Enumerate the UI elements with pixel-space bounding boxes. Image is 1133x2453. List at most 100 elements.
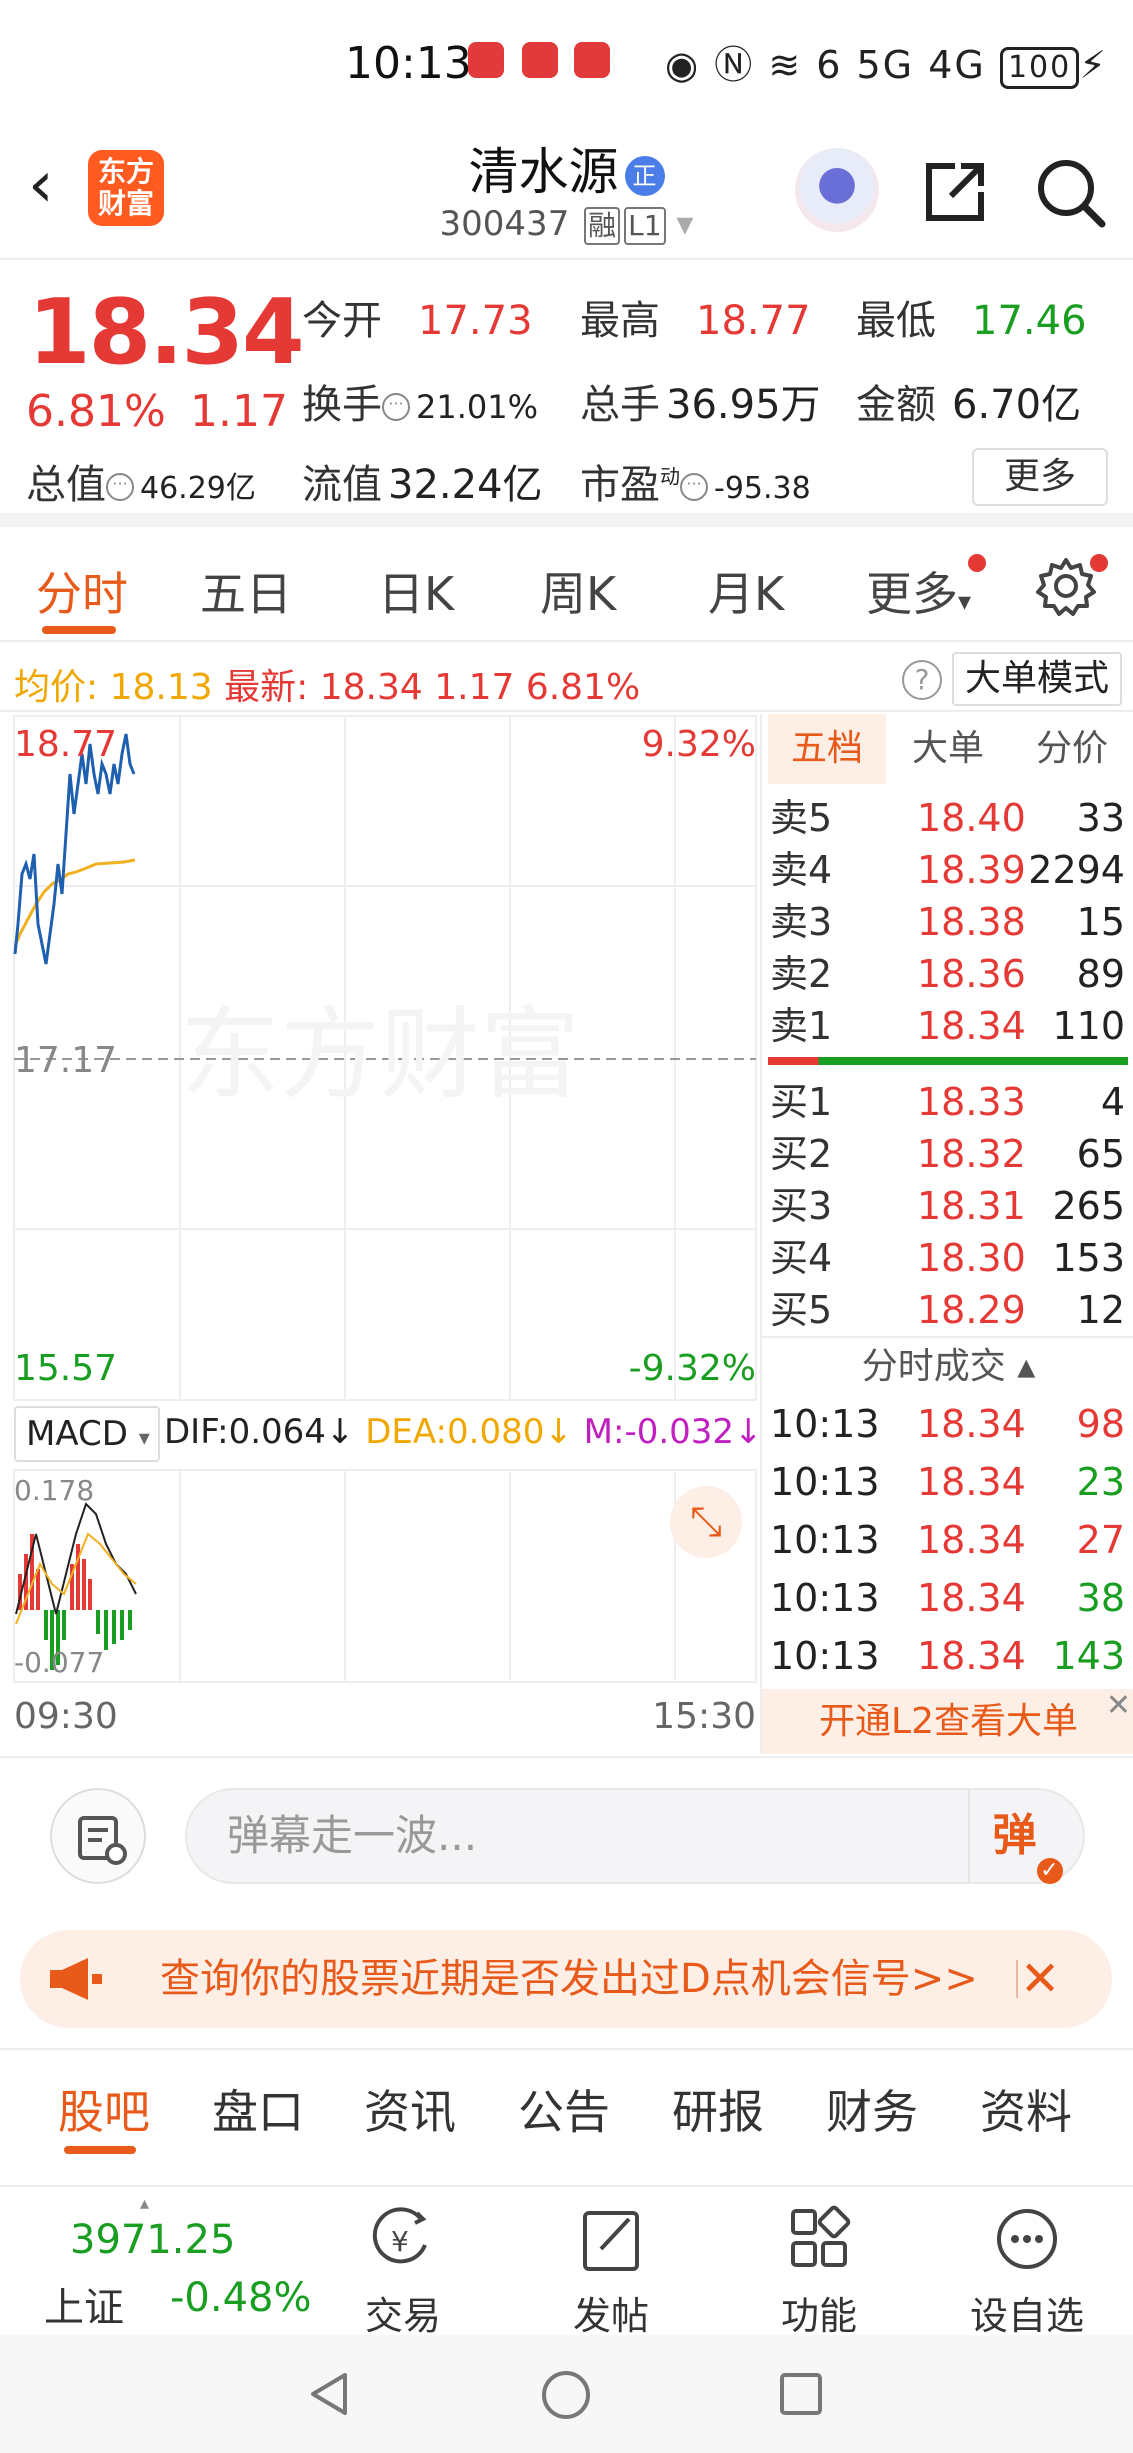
back-triangle-icon[interactable] <box>305 2369 355 2419</box>
tab-underline <box>64 2146 136 2154</box>
assistant-robot-icon[interactable] <box>795 148 879 232</box>
ask-row[interactable]: 卖2 18.36 89 <box>762 948 1133 1000</box>
index-pct: -0.48% <box>170 2275 312 2321</box>
caret-up-icon: ▴ <box>140 2193 150 2214</box>
tab-profile[interactable]: 资料 <box>980 2076 1072 2142</box>
tick-time: 10:13 <box>770 1402 880 1446</box>
tick-row[interactable]: 10:13 18.34 27 <box>762 1514 1133 1566</box>
pe-field[interactable]: 市盈动 ··· -95.38 <box>580 452 811 510</box>
tick-qty: 98 <box>1076 1402 1125 1446</box>
bid-row[interactable]: 买4 18.30 153 <box>762 1232 1133 1284</box>
tab-five-day[interactable]: 五日 <box>200 558 292 624</box>
price-summary-row: 均价: 18.13 最新: 18.34 1.17 6.81% ? 大单模式 <box>0 644 1133 712</box>
tab-news[interactable]: 资讯 <box>364 2076 456 2142</box>
nav-post[interactable]: 发帖 <box>536 2205 686 2340</box>
ask-price: 18.34 <box>917 1004 1026 1048</box>
ask-price: 18.39 <box>917 848 1026 892</box>
banner-text: 查询你的股票近期是否发出过D点机会信号>> <box>160 1956 978 2002</box>
chart-bottom-pct: -9.32% <box>628 1348 756 1389</box>
amount-field: 金额 6.70亿 <box>856 382 1082 428</box>
tab-big-order[interactable]: 大单 <box>886 714 1010 784</box>
intraday-chart[interactable]: 东方财富 18.77 9.32% 17.17 15.57 -9.32% MACD… <box>0 714 763 1754</box>
tick-row[interactable]: 10:13 18.34 143 <box>762 1630 1133 1682</box>
tab-guba[interactable]: 股吧 <box>58 2076 150 2142</box>
close-icon[interactable]: ✕ <box>1106 1691 1131 1721</box>
more-quote-button[interactable]: 更多 <box>972 448 1108 506</box>
quote-panel: 18.34 6.81% 1.17 今开 17.73 最高 18.77 最低 17.46… <box>0 262 1133 527</box>
tick-row[interactable]: 10:13 18.34 98 <box>762 1398 1133 1450</box>
ask-qty: 15 <box>1076 900 1125 944</box>
nav-functions[interactable]: 功能 <box>744 2205 894 2340</box>
expand-icon[interactable]: ⤡ <box>670 1486 742 1558</box>
share-icon[interactable] <box>915 152 995 232</box>
price-line <box>13 733 136 965</box>
settings-gear-icon[interactable] <box>1036 556 1096 616</box>
megaphone-icon <box>50 1958 102 2000</box>
tab-research[interactable]: 研报 <box>672 2076 764 2142</box>
bid-price: 18.31 <box>917 1184 1026 1228</box>
l2-promo-button[interactable]: 开通L2查看大单 ✕ <box>762 1689 1133 1754</box>
help-icon[interactable]: ? <box>902 660 942 700</box>
tab-financials[interactable]: 财务 <box>826 2076 918 2142</box>
tick-qty: 23 <box>1076 1460 1125 1504</box>
open-field: 今开 17.73 <box>302 298 533 344</box>
stock-code: 300437 <box>439 204 570 244</box>
close-icon[interactable]: ✕ <box>1020 1930 1060 2028</box>
ask-qty: 33 <box>1076 796 1125 840</box>
index-name: 上证 <box>44 2285 124 2331</box>
nav-watchlist[interactable]: 设自选 <box>952 2205 1102 2340</box>
tab-announcements[interactable]: 公告 <box>518 2076 610 2142</box>
bid-row[interactable]: 买5 18.29 12 <box>762 1284 1133 1336</box>
tab-weekly-k[interactable]: 周K <box>540 558 616 624</box>
indicator-select[interactable]: MACD ▾ <box>14 1406 160 1462</box>
ask-row[interactable]: 卖1 18.34 110 <box>762 1000 1133 1052</box>
tab-price-dist[interactable]: 分价 <box>1010 714 1133 784</box>
danmu-send-button[interactable]: 弹✓ <box>968 1788 1085 1884</box>
nav-trade[interactable]: ¥ 交易 <box>328 2205 478 2340</box>
tab-monthly-k[interactable]: 月K <box>708 558 784 624</box>
turnover-field[interactable]: 换手 ··· 21.01% <box>302 372 538 430</box>
bid-row[interactable]: 买1 18.33 4 <box>762 1076 1133 1128</box>
chart-mid-price: 17.17 <box>14 1040 118 1081</box>
ask-row[interactable]: 卖5 18.40 33 <box>762 792 1133 844</box>
status-time: 10:13 <box>345 38 472 89</box>
bid-qty: 153 <box>1052 1236 1125 1280</box>
bid-price: 18.29 <box>917 1288 1026 1332</box>
big-order-mode-button[interactable]: 大单模式 <box>952 652 1122 706</box>
tab-pankou[interactable]: 盘口 <box>212 2076 304 2142</box>
bid-row[interactable]: 买2 18.32 65 <box>762 1128 1133 1180</box>
bid-label: 买4 <box>770 1236 833 1280</box>
tab-five-level[interactable]: 五档 <box>768 714 886 784</box>
bid-price: 18.33 <box>917 1080 1026 1124</box>
search-icon[interactable] <box>1030 152 1110 232</box>
status-bar: 10:13 ◉ Ⓝ ≋ 6 5G 4G 100 ⚡ <box>0 0 1133 120</box>
ask-row[interactable]: 卖3 18.38 15 <box>762 896 1133 948</box>
danmu-settings-icon[interactable] <box>50 1788 146 1884</box>
tab-intraday[interactable]: 分时 <box>36 558 128 624</box>
market-cap-field[interactable]: 总值 ··· 46.29亿 <box>26 452 256 510</box>
tab-more[interactable]: 更多▾ <box>866 558 971 624</box>
tick-qty: 143 <box>1052 1634 1125 1678</box>
time-sales-title[interactable]: 分时成交 ▴ <box>762 1336 1133 1394</box>
bid-qty: 4 <box>1100 1080 1125 1124</box>
tab-daily-k[interactable]: 日K <box>378 558 454 624</box>
ask-row[interactable]: 卖4 18.39 2294 <box>762 844 1133 896</box>
tick-row[interactable]: 10:13 18.34 23 <box>762 1456 1133 1508</box>
content-tabs: 股吧 盘口 资讯 公告 研报 财务 资料 <box>0 2048 1133 2176</box>
danmu-input[interactable]: 弹幕走一波... <box>185 1788 1085 1884</box>
ask-qty: 89 <box>1076 952 1125 996</box>
more-dots-icon: ··· <box>382 393 410 421</box>
notification-dot <box>968 554 986 572</box>
low-field: 最低 17.46 <box>856 298 1087 344</box>
recents-square-icon[interactable] <box>778 2371 824 2417</box>
tick-time: 10:13 <box>770 1460 880 1504</box>
avg-price-line <box>13 858 136 947</box>
bid-row[interactable]: 买3 18.31 265 <box>762 1180 1133 1232</box>
book-app-icon <box>574 42 610 78</box>
tick-time: 10:13 <box>770 1634 880 1678</box>
home-circle-icon[interactable] <box>540 2369 592 2421</box>
avg-latest-text: 均价: 18.13 最新: 18.34 1.17 6.81% <box>14 667 641 708</box>
signal-promo-banner[interactable]: 查询你的股票近期是否发出过D点机会信号>> ✕ <box>20 1930 1112 2028</box>
ask-price: 18.38 <box>917 900 1026 944</box>
tick-row[interactable]: 10:13 18.34 38 <box>762 1572 1133 1624</box>
